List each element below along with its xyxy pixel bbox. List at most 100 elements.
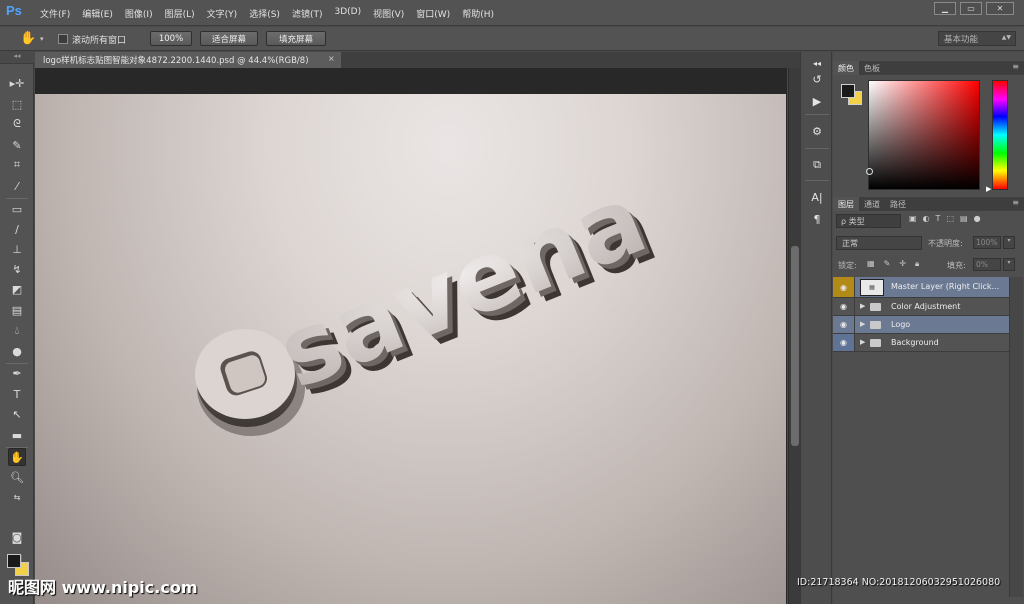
marquee-tool-icon[interactable]: ⬚ (8, 95, 26, 113)
canvas-vertical-scrollbar[interactable] (788, 68, 800, 604)
eraser-tool-icon[interactable]: ◩ (8, 280, 26, 298)
dock-divider (805, 148, 829, 149)
lock-position-icon[interactable]: ✛ (899, 259, 906, 269)
layer-row[interactable]: ◉ ▦ Master Layer (Right Click... (833, 277, 1009, 298)
hand-icon[interactable]: ✋ (20, 31, 36, 46)
opacity-chevron-icon[interactable]: ▾ (1003, 236, 1015, 249)
tab-color[interactable]: 颜色 (833, 61, 859, 75)
layer-row[interactable]: ◉ ▶ Logo (833, 316, 1009, 334)
minimize-button[interactable]: ▁ (934, 2, 956, 15)
foreground-color-swatch[interactable] (7, 554, 21, 568)
brush-tool-icon[interactable]: ∕ (8, 220, 26, 238)
menu-edit[interactable]: 编辑(E) (82, 7, 119, 20)
filter-type-icon[interactable]: T (936, 214, 941, 223)
menu-file[interactable]: 文件(F) (40, 7, 76, 20)
color-picker-field[interactable] (868, 80, 980, 190)
opacity-input[interactable]: 100% (973, 236, 1001, 249)
fit-screen-button[interactable]: 适合屏幕 (200, 31, 258, 46)
visibility-eye-icon[interactable]: ◉ (833, 277, 855, 297)
lock-all-icon[interactable]: 🔒︎ (915, 259, 919, 269)
expand-caret-icon[interactable]: ▶ (860, 302, 865, 310)
tab-layers[interactable]: 图层 (833, 197, 859, 211)
panel-menu-icon[interactable]: ≡ (1012, 62, 1019, 71)
workspace-select[interactable]: 基本功能 ▲▼ (938, 31, 1016, 46)
menu-window[interactable]: 窗口(W) (416, 7, 456, 20)
fill-label: 填充: (947, 261, 966, 270)
healing-brush-tool-icon[interactable]: ▭ (8, 200, 26, 218)
layers-scrollbar[interactable] (1009, 277, 1023, 597)
blur-tool-icon[interactable]: 💧︎ (8, 322, 26, 340)
filter-adjustment-icon[interactable]: ◐ (923, 214, 930, 223)
menu-layer[interactable]: 图层(L) (165, 7, 201, 20)
history-panel-icon[interactable]: ↺ (808, 70, 826, 88)
canvas-area[interactable]: savena savena savena (35, 68, 787, 604)
menu-3d[interactable]: 3D(D) (334, 7, 367, 20)
fill-input[interactable]: 0% (973, 258, 1001, 271)
layer-filter-select[interactable]: ρ 类型 (836, 214, 901, 228)
paragraph-panel-icon[interactable]: ¶ (808, 210, 826, 228)
properties-panel-icon[interactable]: ⚙ (808, 122, 826, 140)
actions-panel-icon[interactable]: ▶ (808, 92, 826, 110)
panel-grip[interactable]: ◂◂ (0, 52, 34, 64)
menu-view[interactable]: 视图(V) (373, 7, 410, 20)
fill-screen-button[interactable]: 填充屏幕 (266, 31, 326, 46)
filter-toggle-icon[interactable]: ● (974, 214, 981, 223)
layer-row[interactable]: ◉ ▶ Background (833, 334, 1009, 352)
visibility-eye-icon[interactable]: ◉ (833, 298, 855, 315)
hue-slider[interactable] (992, 80, 1008, 190)
pen-tool-icon[interactable]: ✒ (8, 364, 26, 382)
tab-paths[interactable]: 路径 (885, 197, 911, 211)
tab-swatches[interactable]: 色板 (859, 61, 885, 75)
menu-image[interactable]: 图像(I) (125, 7, 159, 20)
zoom-100-button[interactable]: 100% (150, 31, 192, 46)
document-tab[interactable]: logo样机标志贴图智能对象4872.2200.1440.psd @ 44.4%… (35, 52, 341, 68)
menu-type[interactable]: 文字(Y) (207, 7, 244, 20)
hand-tool-icon[interactable]: ✋ (8, 448, 26, 466)
filter-pixel-icon[interactable]: ▣ (909, 214, 917, 223)
document-canvas[interactable]: savena savena savena (35, 94, 786, 604)
lock-pixels-icon[interactable]: ✎ (884, 259, 891, 269)
layer-row[interactable]: ◉ ▶ Color Adjustment (833, 298, 1009, 316)
menu-select[interactable]: 选择(S) (249, 7, 286, 20)
quick-select-tool-icon[interactable]: ✎ (8, 136, 26, 154)
path-select-tool-icon[interactable]: ↖ (8, 405, 26, 423)
visibility-eye-icon[interactable]: ◉ (833, 334, 855, 351)
panel-menu-icon[interactable]: ≡ (1012, 198, 1019, 207)
visibility-eye-icon[interactable]: ◉ (833, 316, 855, 333)
fill-chevron-icon[interactable]: ▾ (1003, 258, 1015, 271)
scroll-all-windows-checkbox[interactable] (58, 34, 68, 44)
move-tool-icon[interactable]: ▸✛ (8, 74, 26, 92)
close-button[interactable]: ✕ (986, 2, 1014, 15)
expand-caret-icon[interactable]: ▶ (860, 320, 865, 328)
hue-marker-icon[interactable]: ▶ (986, 185, 991, 193)
quick-mask-icon[interactable]: ◙ (8, 528, 26, 546)
lock-transparency-icon[interactable]: ▦ (867, 259, 875, 269)
close-tab-icon[interactable]: × (328, 54, 335, 63)
clone-stamp-tool-icon[interactable]: ⊥ (8, 240, 26, 258)
gradient-tool-icon[interactable]: ▤ (8, 301, 26, 319)
tab-channels[interactable]: 通道 (859, 197, 885, 211)
menu-help[interactable]: 帮助(H) (462, 7, 500, 20)
lasso-tool-icon[interactable]: ᘓ (8, 115, 26, 133)
tool-preset-chevron-icon[interactable]: ▾ (40, 35, 44, 43)
swap-colors-icon[interactable]: ⇆ (8, 488, 26, 506)
color-picker-cursor[interactable] (866, 168, 873, 175)
zoom-tool-icon[interactable]: 🔍︎ (8, 468, 26, 486)
restore-button[interactable]: ▭ (960, 2, 982, 15)
expand-caret-icon[interactable]: ▶ (860, 338, 865, 346)
blend-mode-select[interactable]: 正常 (836, 236, 922, 250)
history-brush-tool-icon[interactable]: ↯ (8, 260, 26, 278)
dodge-tool-icon[interactable]: ● (8, 342, 26, 360)
type-tool-icon[interactable]: T (8, 385, 26, 403)
color-panel-foreground-swatch[interactable] (841, 84, 855, 98)
scrollbar-thumb[interactable] (791, 246, 799, 446)
character-panel-icon[interactable]: A| (808, 188, 826, 206)
filter-shape-icon[interactable]: ⬚ (946, 214, 954, 223)
eyedropper-tool-icon[interactable]: ⁄ (8, 177, 26, 195)
rectangle-tool-icon[interactable]: ▬ (8, 426, 26, 444)
document-tab-bar: logo样机标志贴图智能对象4872.2200.1440.psd @ 44.4%… (35, 52, 800, 68)
layer-comps-panel-icon[interactable]: ⧉ (808, 156, 826, 174)
crop-tool-icon[interactable]: ⌗ (8, 156, 26, 174)
filter-smart-object-icon[interactable]: ▤ (960, 214, 968, 223)
menu-filter[interactable]: 滤镜(T) (292, 7, 329, 20)
